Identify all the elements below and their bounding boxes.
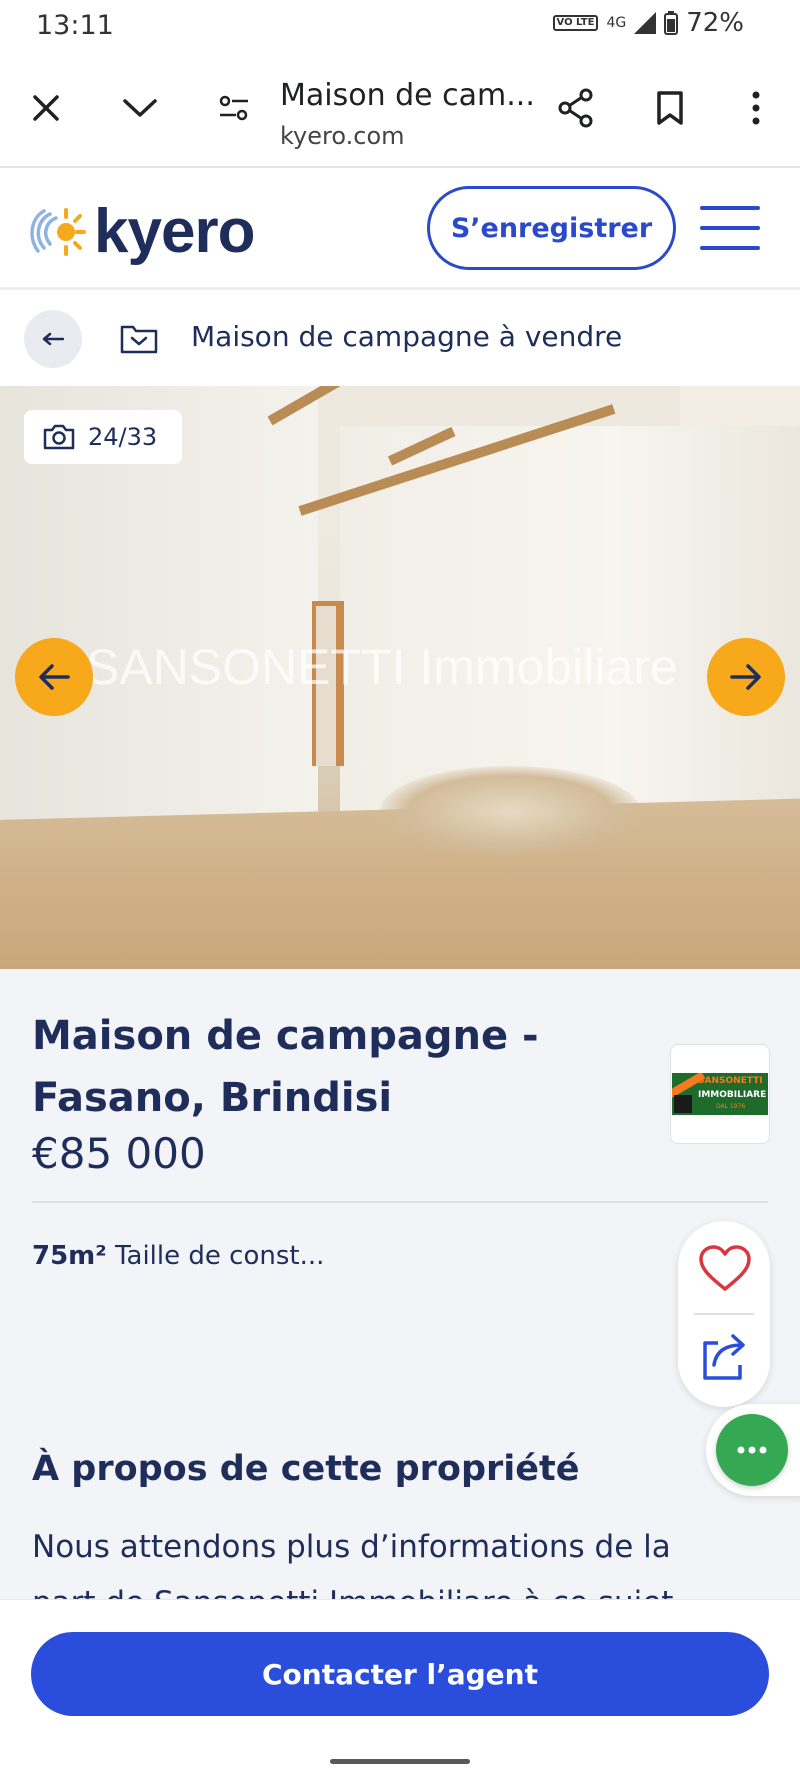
build-size-label: Taille de const... <box>114 1241 325 1271</box>
menu-line <box>700 206 760 210</box>
more-vert-icon <box>752 91 760 125</box>
folder-icon <box>120 325 158 354</box>
arrow-left-icon <box>39 664 70 690</box>
photo-counter-text: 24/33 <box>88 423 158 451</box>
logo-block <box>674 1095 692 1113</box>
share-icon <box>558 88 593 128</box>
battery-icon <box>664 11 679 35</box>
breadcrumb: Maison de campagne à vendre <box>0 292 800 386</box>
about-heading: À propos de cette propriété <box>32 1449 580 1489</box>
menu-line <box>700 226 760 230</box>
agency-logo-line3: DAL 1976 <box>716 1103 746 1110</box>
system-nav-bar <box>0 1747 800 1777</box>
chevron-down-icon <box>123 99 157 117</box>
photo-watermark: SANSONETTI Immobiliare <box>86 639 678 695</box>
camera-icon <box>43 424 75 450</box>
sun-logo-icon <box>30 207 86 256</box>
logo-text: kyero <box>94 197 255 266</box>
chat-button[interactable] <box>716 1414 788 1486</box>
agency-logo-image: SANSONETTI IMMOBILIARE DAL 1976 <box>672 1073 768 1115</box>
hamburger-menu-button[interactable] <box>700 206 760 250</box>
next-photo-button[interactable] <box>707 638 785 716</box>
close-icon <box>33 95 59 121</box>
heart-icon[interactable] <box>698 1245 752 1293</box>
contact-agent-button[interactable]: Contacter l’agent <box>31 1632 769 1716</box>
action-card <box>678 1221 770 1407</box>
previous-photo-button[interactable] <box>15 638 93 716</box>
photo-counter: 24/33 <box>24 410 182 464</box>
signal-icon <box>634 12 657 34</box>
status-time: 13:11 <box>36 10 114 41</box>
minimize-button[interactable] <box>116 84 164 132</box>
listing-details: Maison de campagne - Fasano, Brindisi €8… <box>0 969 800 1621</box>
action-divider <box>694 1313 754 1315</box>
status-icons: VO LTE 4G 72% <box>552 8 744 38</box>
photo-gallery[interactable]: SANSONETTI Immobiliare 24/33 <box>0 386 800 969</box>
back-button[interactable] <box>24 310 82 368</box>
agency-logo-line2: IMMOBILIARE <box>698 1090 767 1100</box>
arrow-left-icon <box>42 332 64 346</box>
site-header: kyero S’enregistrer <box>0 168 800 290</box>
battery-level: 72% <box>686 8 744 38</box>
gesture-handle[interactable] <box>330 1759 470 1764</box>
page-title: Maison de cam... <box>280 78 535 113</box>
site-settings-button[interactable] <box>210 84 258 132</box>
page-url: kyero.com <box>280 122 405 150</box>
listing-title: Maison de campagne - Fasano, Brindisi <box>32 1013 539 1121</box>
share-listing-icon[interactable] <box>700 1331 748 1381</box>
build-size-value: 75m² <box>32 1241 107 1271</box>
breadcrumb-label[interactable]: Maison de campagne à vendre <box>191 320 622 353</box>
sticky-footer: Contacter l’agent <box>0 1599 800 1747</box>
network-type: 4G <box>606 15 627 31</box>
tune-icon <box>219 95 248 121</box>
close-tab-button[interactable] <box>22 84 70 132</box>
menu-line <box>700 246 760 250</box>
listing-price: €85 000 <box>32 1129 206 1178</box>
bookmark-icon <box>657 91 683 125</box>
photo-rubble <box>380 766 640 856</box>
share-button[interactable] <box>552 84 600 132</box>
divider <box>32 1201 768 1203</box>
register-button[interactable]: S’enregistrer <box>427 186 676 270</box>
more-options-button[interactable] <box>732 84 780 132</box>
status-bar: 13:11 VO LTE 4G 72% <box>0 0 800 50</box>
browser-toolbar: Maison de cam... kyero.com <box>0 50 800 168</box>
agency-logo-line1: SANSONETTI <box>698 1076 763 1086</box>
arrow-right-icon <box>730 664 761 690</box>
build-size: 75m² Taille de const... <box>32 1241 324 1271</box>
agency-logo[interactable]: SANSONETTI IMMOBILIARE DAL 1976 <box>670 1044 770 1144</box>
kyero-logo[interactable]: kyero <box>30 196 255 267</box>
more-horiz-icon <box>737 1446 767 1454</box>
bookmark-button[interactable] <box>646 84 694 132</box>
volte-icon: VO LTE <box>552 15 599 31</box>
